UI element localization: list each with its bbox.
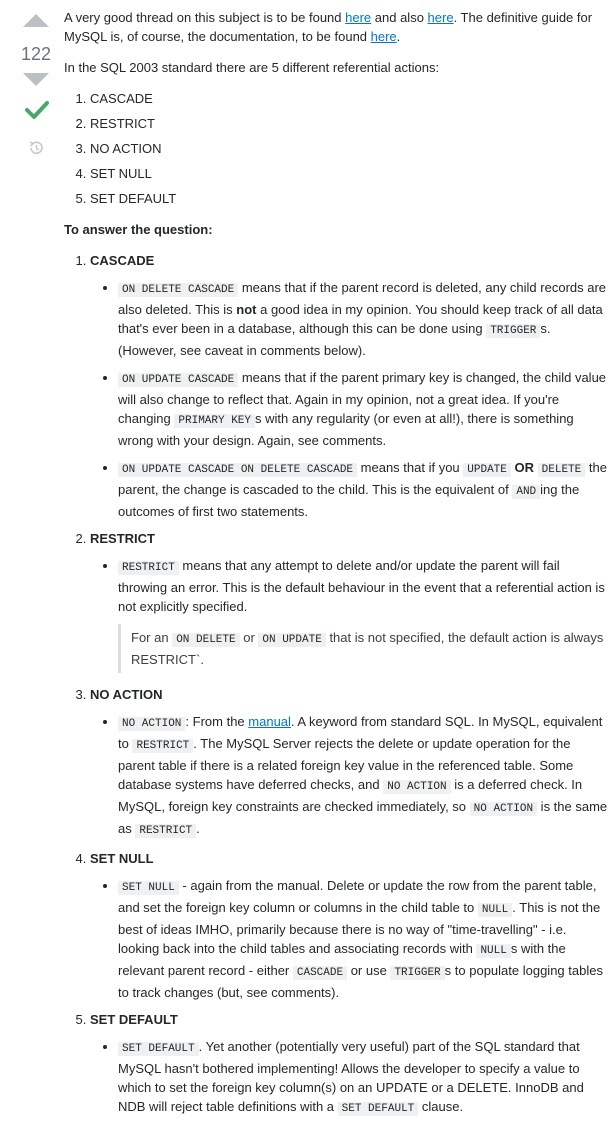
section-cascade: CASCADE ON DELETE CASCADE means that if … [90, 251, 610, 521]
list-item: NO ACTION [90, 139, 610, 158]
bullet-list: ON DELETE CASCADE means that if the pare… [90, 278, 610, 521]
inline-code: NO ACTION [383, 780, 451, 794]
intro-text: and also [371, 10, 428, 25]
bullet-text: means that any attempt to delete and/or … [118, 558, 605, 614]
inline-code: NULL [476, 944, 511, 958]
list-item: SET NULL [90, 164, 610, 183]
bullet-item: SET DEFAULT. Yet another (potentially ve… [118, 1037, 610, 1119]
vote-count: 122 [20, 44, 52, 64]
inline-code: TRIGGER [486, 324, 541, 338]
documentation-link[interactable]: here [371, 29, 397, 44]
section-title: RESTRICT [90, 531, 155, 546]
bullet-text: clause. [418, 1099, 464, 1114]
bullet-item: ON DELETE CASCADE means that if the pare… [118, 278, 610, 360]
bullet-list: NO ACTION: From the manual. A keyword fr… [90, 712, 610, 841]
thread-link-1[interactable]: here [345, 10, 371, 25]
list-item: RESTRICT [90, 114, 610, 133]
quote-text: For an [131, 630, 173, 645]
inline-code: ON DELETE CASCADE [118, 283, 239, 297]
inline-code: ON UPDATE CASCADE ON DELETE CASCADE [118, 463, 358, 477]
inline-code: NULL [477, 903, 513, 917]
bullet-text: means that if you [357, 460, 464, 475]
bullet-item: NO ACTION: From the manual. A keyword fr… [118, 712, 610, 841]
answer-container: 122 A very good thread on this subject i… [0, 0, 614, 1116]
inline-code: SET DEFAULT [118, 1042, 199, 1056]
inline-code: CASCADE [292, 966, 348, 980]
intro-text: A very good thread on this subject is to… [64, 10, 346, 25]
upvote-arrow-icon[interactable] [23, 14, 49, 27]
section-no-action: NO ACTION NO ACTION: From the manual. A … [90, 685, 610, 841]
inline-code: NO ACTION [469, 802, 538, 816]
inline-code: UPDATE [463, 463, 511, 477]
inline-code: RESTRICT [118, 561, 179, 575]
bullet-item: RESTRICT means that any attempt to delet… [118, 556, 610, 673]
inline-code: RESTRICT [132, 739, 194, 753]
bullet-list: SET NULL - again from the manual. Delete… [90, 876, 610, 1002]
inline-code: ON UPDATE [258, 633, 326, 647]
inline-code: TRIGGER [390, 966, 445, 980]
bullet-text: : From the [185, 714, 249, 729]
bold-text: OR [514, 460, 535, 475]
standard-paragraph: In the SQL 2003 standard there are 5 dif… [64, 60, 440, 75]
history-icon[interactable] [27, 139, 45, 157]
quote-text: or [239, 630, 259, 645]
manual-link[interactable]: manual [248, 714, 291, 729]
inline-code: RESTRICT [135, 824, 197, 838]
list-item: CASCADE [90, 89, 610, 108]
referential-actions-list: CASCADE RESTRICT NO ACTION SET NULL SET … [64, 89, 610, 208]
section-title: CASCADE [90, 253, 155, 268]
inline-code: SET DEFAULT [337, 1102, 419, 1116]
inline-code: AND [512, 485, 541, 499]
inline-code: ON UPDATE CASCADE [118, 373, 239, 387]
section-set-null: SET NULL SET NULL - again from the manua… [90, 849, 610, 1002]
inline-code: NO ACTION [118, 717, 186, 731]
bullet-list: RESTRICT means that any attempt to delet… [90, 556, 610, 673]
section-set-default: SET DEFAULT SET DEFAULT. Yet another (po… [90, 1010, 610, 1119]
inline-code: SET NULL [118, 881, 179, 895]
section-title: SET NULL [90, 851, 154, 866]
intro-paragraph: A very good thread on this subject is to… [64, 8, 610, 46]
downvote-arrow-icon[interactable] [23, 73, 49, 86]
list-item: SET DEFAULT [90, 189, 610, 208]
section-restrict: RESTRICT RESTRICT means that any attempt… [90, 529, 610, 673]
answer-sections-list: CASCADE ON DELETE CASCADE means that if … [64, 251, 610, 1119]
bullet-item: ON UPDATE CASCADE ON DELETE CASCADE mean… [118, 458, 610, 521]
default-action-quote: For an ON DELETE or ON UPDATE that is no… [118, 624, 610, 673]
accepted-checkmark-icon [25, 101, 49, 119]
bullet-item: ON UPDATE CASCADE means that if the pare… [118, 368, 610, 450]
bullet-item: SET NULL - again from the manual. Delete… [118, 876, 610, 1002]
intro-text: . [396, 29, 401, 44]
inline-code: PRIMARY KEY [174, 414, 256, 428]
bold-text: not [236, 302, 257, 317]
answer-heading: To answer the question: [64, 222, 213, 237]
post-body: A very good thread on this subject is to… [64, 8, 610, 1127]
inline-code: DELETE [537, 463, 586, 477]
thread-link-2[interactable]: here [428, 10, 454, 25]
bullet-list: SET DEFAULT. Yet another (potentially ve… [90, 1037, 610, 1119]
section-title: NO ACTION [90, 687, 163, 702]
bullet-text: or use [347, 963, 391, 978]
bullet-text: . [196, 821, 200, 836]
inline-code: ON DELETE [172, 633, 240, 647]
section-title: SET DEFAULT [90, 1012, 178, 1027]
